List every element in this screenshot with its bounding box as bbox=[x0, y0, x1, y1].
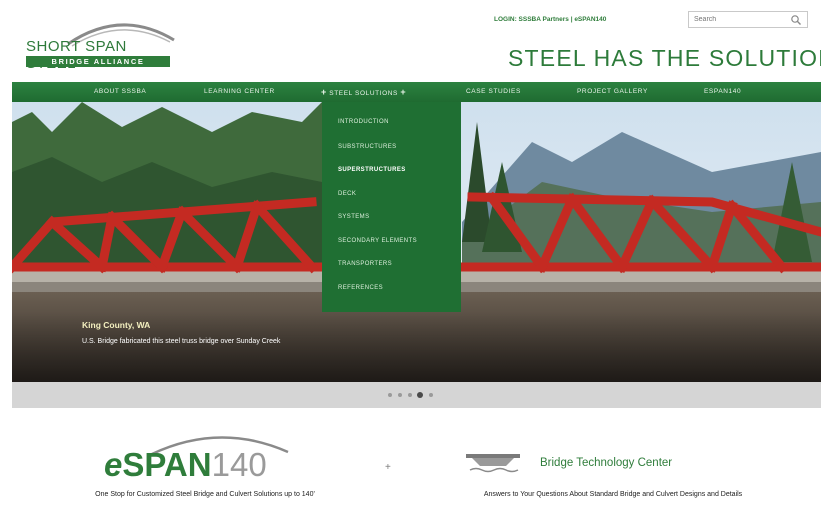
nav-item-espan140[interactable]: ESPAN140 bbox=[704, 82, 741, 102]
espan-e: e bbox=[104, 446, 123, 483]
menu-item-superstructures[interactable]: SUPERSTRUCTURES bbox=[338, 167, 406, 173]
login-links[interactable]: LOGIN: SSSBA Partners | eSPAN140 bbox=[494, 16, 606, 23]
espan-number: 140 bbox=[211, 446, 267, 483]
logo-subtitle: BRIDGE ALLIANCE bbox=[26, 56, 170, 67]
plus-icon: + bbox=[321, 87, 327, 97]
btc-description[interactable]: Answers to Your Questions About Standard… bbox=[428, 491, 798, 499]
nav-item-learning-center[interactable]: LEARNING CENTER bbox=[204, 82, 275, 102]
bridge-icon[interactable] bbox=[466, 452, 520, 474]
nav-item-label: STEEL SOLUTIONS bbox=[329, 90, 398, 97]
search-icon[interactable] bbox=[790, 14, 802, 26]
menu-item-transporters[interactable]: TRANSPORTERS bbox=[338, 261, 392, 267]
menu-item-secondary-elements[interactable]: SECONDARY ELEMENTS bbox=[338, 238, 417, 244]
caption-title: King County, WA bbox=[82, 320, 151, 330]
bridge-technology-center-title[interactable]: Bridge Technology Center bbox=[540, 457, 672, 469]
tagline: STEEL HAS THE SOLUTION bbox=[508, 45, 821, 71]
site-logo[interactable]: SHORT SPAN STEEL BRIDGE ALLIANCE bbox=[26, 14, 176, 72]
menu-item-deck[interactable]: DECK bbox=[338, 191, 356, 197]
espan-span: SPAN bbox=[122, 446, 212, 483]
slider-pagination bbox=[12, 382, 821, 408]
slider-dot[interactable] bbox=[398, 393, 402, 397]
steel-solutions-dropdown: INTRODUCTION SUBSTRUCTURES SUPERSTRUCTUR… bbox=[322, 102, 461, 312]
menu-item-references[interactable]: REFERENCES bbox=[338, 285, 383, 291]
menu-item-introduction[interactable]: INTRODUCTION bbox=[338, 119, 389, 125]
menu-item-systems[interactable]: SYSTEMS bbox=[338, 214, 369, 220]
main-nav: ABOUT SSSBA LEARNING CENTER + STEEL SOLU… bbox=[12, 82, 821, 102]
slider-dot[interactable] bbox=[408, 393, 412, 397]
nav-item-project-gallery[interactable]: PROJECT GALLERY bbox=[577, 82, 648, 102]
plus-icon: + bbox=[400, 87, 407, 97]
slider-dot[interactable] bbox=[388, 393, 392, 397]
espan140-logo[interactable]: eSPAN140 bbox=[104, 446, 267, 484]
nav-item-about[interactable]: ABOUT SSSBA bbox=[94, 82, 146, 102]
menu-item-substructures[interactable]: SUBSTRUCTURES bbox=[338, 144, 397, 150]
caption-text: U.S. Bridge fabricated this steel truss … bbox=[82, 338, 281, 345]
nav-item-case-studies[interactable]: CASE STUDIES bbox=[466, 82, 521, 102]
slider-dot-active[interactable] bbox=[417, 392, 423, 398]
nav-item-steel-solutions[interactable]: + STEEL SOLUTIONS + bbox=[321, 82, 406, 102]
slider-dot[interactable] bbox=[429, 393, 433, 397]
page: SHORT SPAN STEEL BRIDGE ALLIANCE LOGIN: … bbox=[0, 0, 821, 514]
espan-description[interactable]: One Stop for Customized Steel Bridge and… bbox=[40, 491, 370, 499]
separator-plus: + bbox=[385, 462, 391, 473]
